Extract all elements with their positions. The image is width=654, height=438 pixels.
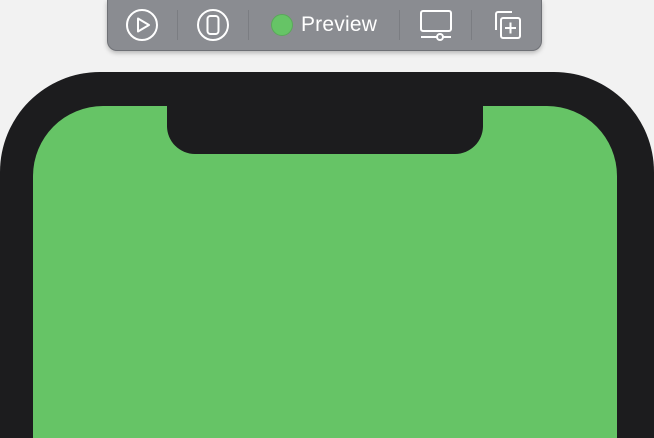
play-circle-icon: [126, 9, 159, 41]
preview-label: Preview: [300, 13, 378, 36]
device-button[interactable]: [178, 0, 249, 51]
preview-mode-button[interactable]: Preview: [249, 0, 398, 51]
duplicate-add-icon: [494, 11, 521, 39]
device-icon: [197, 9, 230, 41]
device-notch: [167, 106, 483, 154]
preview-canvas: Preview: [0, 0, 654, 438]
device-screen[interactable]: [33, 106, 617, 438]
duplicate-preview-button[interactable]: [472, 0, 541, 51]
status-dot-icon: [270, 14, 293, 36]
device-settings-button[interactable]: [400, 0, 472, 51]
live-preview-button[interactable]: [108, 0, 177, 51]
preview-toolbar: Preview: [107, 0, 542, 51]
display-settings-icon: [419, 10, 452, 41]
